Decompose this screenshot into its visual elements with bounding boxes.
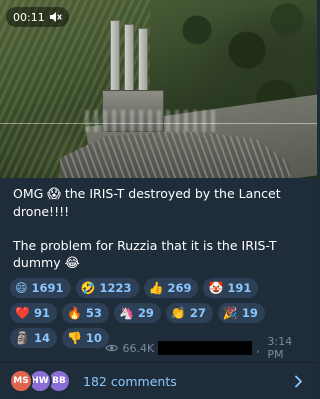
reaction-count: 53 bbox=[85, 306, 102, 320]
reaction-chip[interactable]: 🎉 19 bbox=[217, 303, 265, 323]
video-scanline bbox=[0, 123, 317, 124]
reaction-emoji: 👏 bbox=[170, 306, 186, 320]
reaction-emoji: 🦄 bbox=[118, 306, 134, 320]
reaction-count: 10 bbox=[85, 331, 102, 345]
reactions-bar: 😄 1691 🤣 1223 👍 269 🤡 191 ❤️ 91 🔥 53 🦄 29 👏 27 🎉 19 🗿 14 👎 10 bbox=[10, 278, 310, 348]
reaction-count: 14 bbox=[33, 331, 50, 345]
reaction-chip[interactable]: 🤣 1223 bbox=[75, 278, 139, 298]
view-count: 66.4K bbox=[122, 341, 155, 355]
reaction-count: 1691 bbox=[31, 281, 64, 295]
post-line-2: The problem for Ruzzia that it is the IR… bbox=[13, 238, 277, 271]
video-duration-badge[interactable]: 00:11 bbox=[6, 7, 69, 27]
reaction-chip[interactable]: 👍 269 bbox=[143, 278, 199, 298]
post-meta: 66.4K , 3:14 PM bbox=[105, 335, 310, 361]
chevron-right-icon bbox=[295, 375, 302, 388]
reaction-emoji: 😄 bbox=[15, 281, 28, 295]
reaction-count: 29 bbox=[137, 306, 154, 320]
reaction-count: 1223 bbox=[99, 281, 132, 295]
video-duration: 00:11 bbox=[13, 10, 45, 24]
channel-post: 00:11 OMG 😱 the IRIS-T destroyed by the … bbox=[0, 0, 317, 399]
eye-icon bbox=[105, 344, 119, 352]
time-separator: , bbox=[256, 341, 264, 355]
post-text: OMG 😱 the IRIS-T destroyed by the Lancet… bbox=[13, 185, 309, 272]
comments-button[interactable]: MS HW BB 182 comments bbox=[0, 363, 317, 399]
reaction-emoji: 👎 bbox=[66, 331, 82, 345]
video-player[interactable]: 00:11 bbox=[0, 0, 317, 178]
reaction-emoji: 🔥 bbox=[66, 306, 82, 320]
reaction-emoji: 🗿 bbox=[15, 331, 30, 345]
commenter-avatars: MS HW BB bbox=[9, 369, 75, 393]
reaction-count: 91 bbox=[33, 306, 50, 320]
post-line-1: OMG 😱 the IRIS-T destroyed by the Lancet… bbox=[13, 186, 281, 219]
reaction-count: 19 bbox=[241, 306, 258, 320]
reaction-count: 191 bbox=[227, 281, 252, 295]
scream-emoji: 😱 bbox=[47, 187, 61, 202]
video-watermark bbox=[85, 110, 215, 132]
redacted-author bbox=[158, 341, 253, 355]
avatar: MS bbox=[9, 369, 33, 393]
laughing-emoji: 😂 bbox=[64, 256, 80, 271]
post-time: 3:14 PM bbox=[267, 335, 293, 361]
reaction-emoji: 🤡 bbox=[208, 281, 224, 295]
reaction-emoji: 🎉 bbox=[222, 306, 238, 320]
comments-count: 182 comments bbox=[83, 373, 177, 389]
reaction-count: 27 bbox=[189, 306, 206, 320]
reaction-chip[interactable]: ❤️ 91 bbox=[10, 303, 57, 323]
reaction-chip[interactable]: 👎 10 bbox=[61, 328, 109, 348]
mute-icon[interactable] bbox=[49, 11, 62, 23]
reaction-chip[interactable]: 🔥 53 bbox=[61, 303, 109, 323]
reaction-chip[interactable]: 👏 27 bbox=[165, 303, 213, 323]
reaction-chip[interactable]: 🗿 14 bbox=[10, 328, 57, 348]
reaction-emoji: 🤣 bbox=[80, 281, 96, 295]
reaction-count: 269 bbox=[167, 281, 192, 295]
reaction-emoji: ❤️ bbox=[15, 306, 30, 320]
reaction-chip[interactable]: 🤡 191 bbox=[203, 278, 259, 298]
reaction-chip[interactable]: 🦄 29 bbox=[113, 303, 161, 323]
reaction-emoji: 👍 bbox=[148, 281, 164, 295]
reaction-chip[interactable]: 😄 1691 bbox=[10, 278, 71, 298]
